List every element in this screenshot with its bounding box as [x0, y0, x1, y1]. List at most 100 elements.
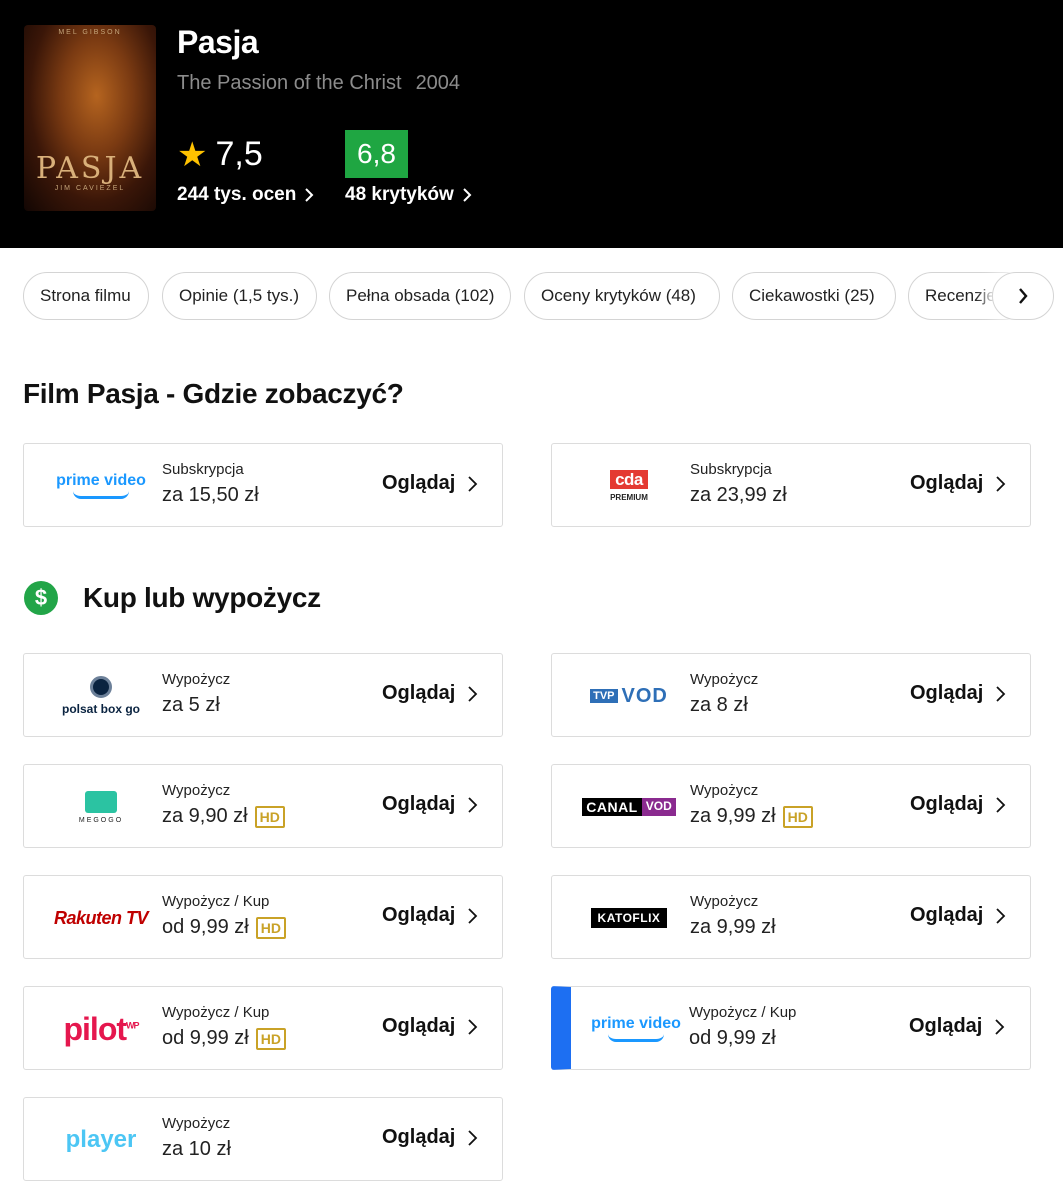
offer-card[interactable]: prime video Subskrypcja za 15,50 zł Oglą… — [23, 443, 503, 527]
offer-price: za 8 zł — [690, 694, 748, 716]
offer-price: za 23,99 zł — [690, 484, 787, 506]
watch-button[interactable]: Oglądaj — [382, 682, 478, 705]
offer-card[interactable]: prime video Wypożycz / Kup od 9,99 zł Og… — [551, 986, 1031, 1070]
offer-price: za 10 zł — [162, 1138, 231, 1160]
hd-badge: HD — [255, 916, 286, 939]
offer-type: Wypożycz — [690, 671, 759, 688]
offer-card[interactable]: pilotWP Wypożycz / Kup od 9,99 zł HD Oglą… — [23, 986, 503, 1070]
offer-type: Subskrypcja — [690, 461, 772, 478]
cda-premium-logo: cda PREMIUM — [610, 470, 648, 502]
movie-header: MEL GIBSON PASJA JIM CAVIEZEL Pasja The … — [0, 0, 1063, 248]
chevron-right-icon — [996, 685, 1006, 702]
offer-type: Wypożycz — [690, 893, 759, 910]
chevron-right-icon — [468, 796, 478, 813]
movie-poster[interactable]: MEL GIBSON PASJA JIM CAVIEZEL — [24, 25, 156, 211]
offer-price: od 9,99 zł — [689, 1027, 776, 1049]
chevron-right-icon — [468, 685, 478, 702]
watch-button[interactable]: Oglądaj — [382, 1126, 478, 1149]
critic-ratings-count: 48 krytyków — [345, 184, 454, 205]
tvp-vod-logo: TVP VOD — [564, 654, 694, 736]
chevron-right-icon — [996, 907, 1006, 924]
user-ratings-link[interactable]: 244 tys. ocen — [177, 184, 314, 206]
prime-video-logo: prime video — [571, 987, 701, 1069]
hd-badge: HD — [255, 1027, 286, 1050]
chevron-right-icon — [996, 796, 1006, 813]
offer-type: Wypożycz / Kup — [162, 893, 270, 910]
offer-type: Wypożycz — [162, 782, 231, 799]
offer-price: od 9,99 zł HD — [162, 1027, 286, 1050]
offer-card[interactable]: polsat box go Wypożycz za 5 zł Oglądaj — [23, 653, 503, 737]
offer-price: za 9,90 zł HD — [162, 805, 285, 828]
offer-card[interactable]: CANAL VOD Wypożycz za 9,99 zł HD Oglądaj — [551, 764, 1031, 848]
polsat-box-go-logo: polsat box go — [36, 654, 166, 736]
poster-title: PASJA — [35, 151, 145, 186]
offer-type: Wypożycz / Kup — [162, 1004, 270, 1021]
watch-button[interactable]: Oglądaj — [910, 682, 1006, 705]
user-ratings-count: 244 tys. ocen — [177, 184, 297, 205]
offer-price: od 9,99 zł HD — [162, 916, 286, 939]
critic-rating-badge: 6,8 — [345, 130, 408, 178]
watch-button[interactable]: Oglądaj — [382, 793, 478, 816]
watch-button[interactable]: Oglądaj — [910, 793, 1006, 816]
user-rating: ★ 7,5 — [177, 135, 263, 174]
rakuten-tv-logo: Rakuten TV — [53, 907, 149, 928]
poster-top-text: MEL GIBSON — [58, 29, 122, 36]
chevron-right-icon — [1019, 288, 1028, 304]
lock-icon — [557, 1021, 569, 1033]
tab-movie-page[interactable]: Strona filmu — [23, 272, 149, 320]
offer-card[interactable]: MEGOGO Wypożycz za 9,90 zł HD Oglądaj — [23, 764, 503, 848]
watch-button[interactable]: Oglądaj — [382, 1015, 478, 1038]
chevron-right-icon — [468, 907, 478, 924]
chevron-right-icon — [468, 475, 478, 492]
offer-type: Wypożycz — [162, 1115, 231, 1132]
offer-card[interactable]: cda PREMIUM Subskrypcja za 23,99 zł Ogląd… — [551, 443, 1031, 527]
canal-vod-logo: CANAL VOD — [564, 765, 694, 847]
user-rating-value: 7,5 — [215, 135, 263, 173]
watch-button[interactable]: Oglądaj — [382, 904, 478, 927]
offer-price: za 15,50 zł — [162, 484, 259, 506]
chevron-right-icon — [468, 1129, 478, 1146]
watch-button[interactable]: Oglądaj — [382, 472, 478, 495]
poster-actor: JIM CAVIEZEL — [54, 185, 126, 192]
critic-ratings-link[interactable]: 48 krytyków — [345, 184, 472, 206]
chevron-right-icon — [995, 1018, 1005, 1035]
movie-title[interactable]: Pasja — [177, 24, 259, 61]
offer-type: Subskrypcja — [162, 461, 244, 478]
offer-card[interactable]: TVP VOD Wypożycz za 8 zł Oglądaj — [551, 653, 1031, 737]
original-title-line: The Passion of the Christ 2004 — [177, 72, 460, 95]
watch-button[interactable]: Oglądaj — [910, 904, 1006, 927]
offer-type: Wypożycz — [162, 671, 231, 688]
prime-video-logo: prime video — [36, 444, 166, 526]
chevron-right-icon — [996, 475, 1006, 492]
watch-button[interactable]: Oglądaj — [910, 472, 1006, 495]
offer-card[interactable]: KATOFLIX Wypożycz za 9,99 zł Oglądaj — [551, 875, 1031, 959]
watch-button[interactable]: Oglądaj — [909, 1015, 1005, 1038]
pilot-wp-logo: pilotWP — [63, 1010, 139, 1047]
chevron-right-icon — [463, 188, 472, 202]
star-icon: ★ — [177, 135, 208, 174]
tab-opinions[interactable]: Opinie (1,5 tys.) — [162, 272, 317, 320]
watch-section-heading: Film Pasja - Gdzie zobaczyć? — [23, 378, 404, 409]
dollar-icon: $ — [24, 581, 58, 615]
buy-section-heading: Kup lub wypożycz — [83, 582, 321, 613]
offer-card[interactable]: Rakuten TV Wypożycz / Kup od 9,99 zł HD O… — [23, 875, 503, 959]
player-logo: player — [65, 1126, 137, 1153]
megogo-logo: MEGOGO — [36, 765, 166, 847]
tab-full-cast[interactable]: Pełna obsada (102) — [329, 272, 511, 320]
offer-type: Wypożycz / Kup — [689, 1004, 797, 1021]
tab-critic-ratings[interactable]: Oceny krytyków (48) — [524, 272, 720, 320]
hd-badge: HD — [254, 805, 285, 828]
offer-price: za 9,99 zł — [690, 916, 776, 938]
chevron-right-icon — [468, 1018, 478, 1035]
tab-trivia[interactable]: Ciekawostki (25) — [732, 272, 896, 320]
offer-price: za 5 zł — [162, 694, 220, 716]
hd-badge: HD — [782, 805, 813, 828]
offer-price: za 9,99 zł HD — [690, 805, 813, 828]
offer-card[interactable]: player Wypożycz za 10 zł Oglądaj — [23, 1097, 503, 1181]
katoflix-logo: KATOFLIX — [564, 876, 694, 958]
chevron-right-icon — [305, 188, 314, 202]
original-title: The Passion of the Christ — [177, 72, 402, 94]
release-year: 2004 — [415, 72, 461, 94]
movie-tabs: Strona filmu Opinie (1,5 tys.) Pełna obs… — [23, 272, 1063, 320]
tabs-next-button[interactable] — [992, 272, 1054, 320]
